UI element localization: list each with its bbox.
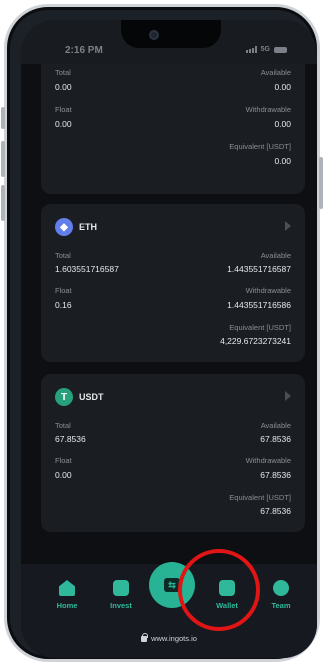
available-label: Available [260, 251, 291, 260]
nav-home[interactable]: Home [43, 580, 91, 610]
float-label: Float [55, 286, 72, 295]
side-button [1, 185, 5, 221]
equivalent-label: Equivalent [USDT] [229, 142, 291, 151]
float-label: Float [55, 456, 72, 465]
url-text: www.ingots.io [151, 634, 197, 643]
chart-icon [113, 580, 129, 596]
coin-header: ◆ ETH [55, 218, 97, 236]
float-value: 0.00 [55, 470, 72, 480]
camera-dot [149, 30, 159, 40]
nav-label: Home [56, 601, 78, 610]
available-label: Available [260, 421, 291, 430]
withdrawable-label: Withdrawable [245, 105, 291, 114]
wallet-highlight-circle [178, 549, 260, 631]
battery-icon [274, 46, 287, 53]
status-time: 2:16 PM [65, 45, 103, 56]
screen: 2:16 PM 5G Total 0.00 Available 0.00 Flo… [21, 20, 317, 658]
equivalent-label: Equivalent [USDT] [229, 493, 291, 502]
total-value: 0.00 [55, 82, 72, 92]
chevron-right-icon[interactable] [285, 391, 291, 401]
coin-header: T USDT [55, 388, 104, 406]
total-value: 67.8536 [55, 434, 86, 444]
signal-icon [245, 46, 257, 53]
phone-frame: 2:16 PM 5G Total 0.00 Available 0.00 Flo… [1, 4, 323, 662]
total-label: Total [55, 251, 71, 260]
side-button [319, 157, 323, 209]
wallet-list[interactable]: Total 0.00 Available 0.00 Float 0.00 Wit… [21, 64, 317, 564]
ethereum-icon: ◆ [55, 218, 73, 236]
home-icon [59, 580, 75, 596]
equivalent-value: 0.00 [274, 156, 291, 166]
side-button [1, 141, 5, 177]
available-value: 67.8536 [260, 434, 291, 444]
notch [121, 20, 221, 48]
withdrawable-value: 1.443551716586 [227, 300, 291, 310]
lock-icon [141, 632, 149, 642]
coin-name: ETH [79, 222, 97, 232]
wallet-card-eth[interactable]: ◆ ETH Total 1.603551716587 Available 1.4… [41, 204, 305, 362]
side-button [1, 107, 5, 129]
withdrawable-label: Withdrawable [245, 456, 291, 465]
available-value: 1.443551716587 [227, 264, 291, 274]
bottom-nav: Home Invest ⇆ Wallet Team www.ingots.io [21, 562, 317, 658]
float-value: 0.16 [55, 300, 72, 310]
equivalent-value: 4,229.6723273241 [220, 336, 291, 346]
coin-name: USDT [79, 392, 104, 402]
equivalent-value: 67.8536 [260, 506, 291, 516]
equivalent-label: Equivalent [USDT] [229, 323, 291, 332]
browser-url-bar[interactable]: www.ingots.io [21, 632, 317, 643]
nav-team[interactable]: Team [257, 580, 305, 610]
total-label: Total [55, 421, 71, 430]
float-label: Float [55, 105, 72, 114]
nav-invest[interactable]: Invest [97, 580, 145, 610]
total-value: 1.603551716587 [55, 264, 119, 274]
nav-label: Invest [110, 601, 132, 610]
withdrawable-value: 0.00 [274, 119, 291, 129]
available-label: Available [260, 68, 291, 77]
withdrawable-label: Withdrawable [245, 286, 291, 295]
nav-label: Team [271, 601, 291, 610]
wallet-card[interactable]: Total 0.00 Available 0.00 Float 0.00 Wit… [41, 64, 305, 194]
wallet-card-usdt[interactable]: T USDT Total 67.8536 Available 67.8536 F… [41, 374, 305, 532]
withdrawable-value: 67.8536 [260, 470, 291, 480]
available-value: 0.00 [274, 82, 291, 92]
tether-icon: T [55, 388, 73, 406]
chevron-right-icon[interactable] [285, 221, 291, 231]
gear-icon [273, 580, 289, 596]
status-indicators: 5G [245, 46, 287, 53]
total-label: Total [55, 68, 71, 77]
network-type: 5G [260, 46, 270, 53]
float-value: 0.00 [55, 119, 72, 129]
